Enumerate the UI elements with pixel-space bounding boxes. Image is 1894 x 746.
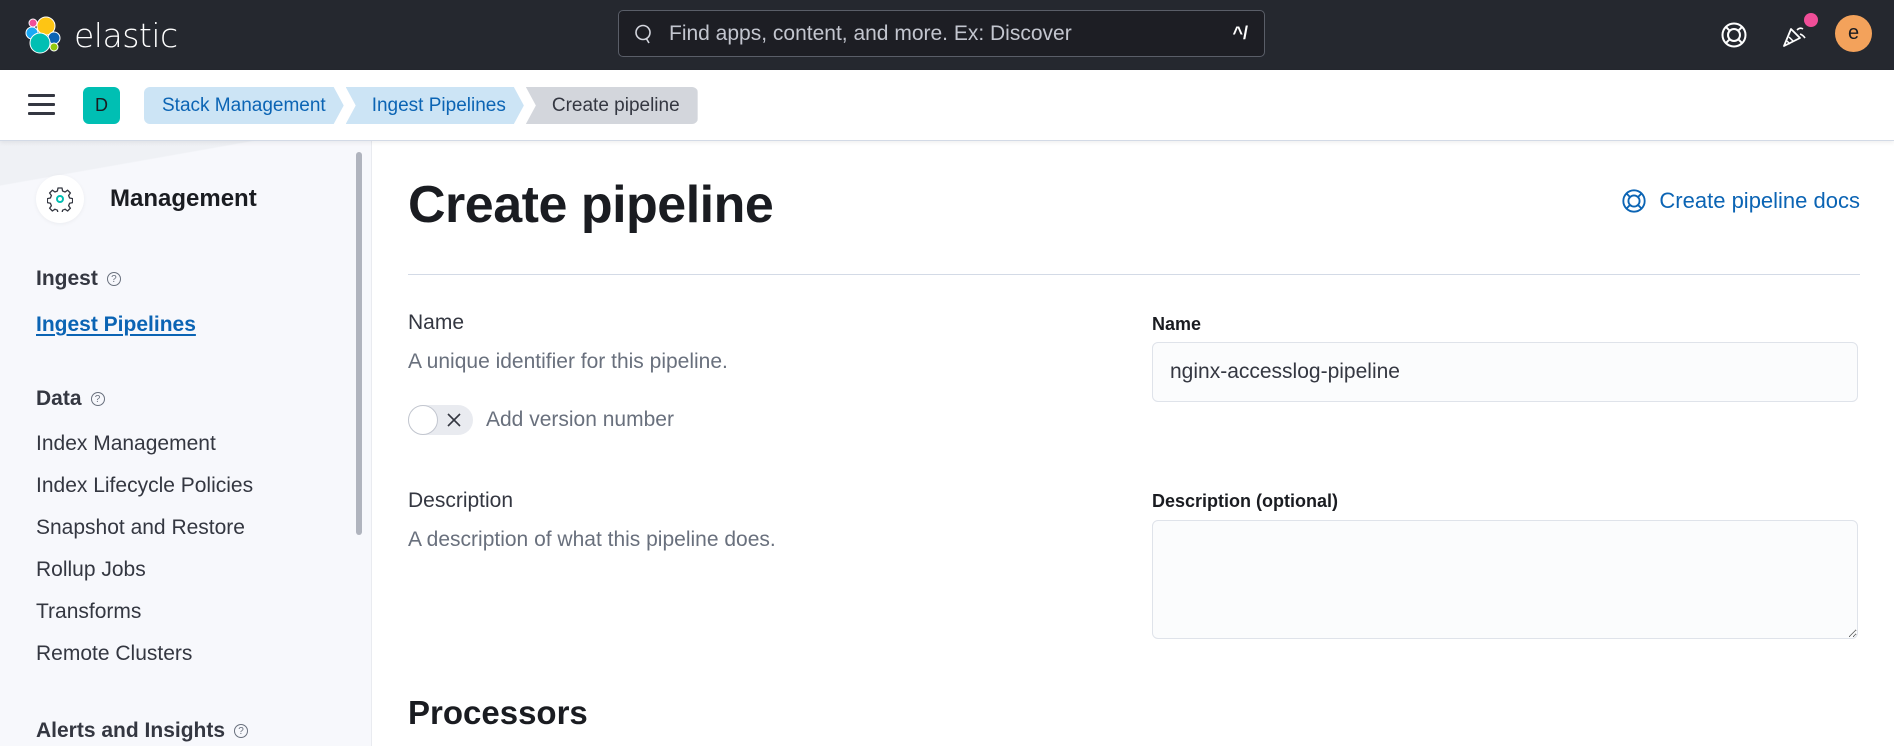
- breadcrumb-stack-management[interactable]: Stack Management: [144, 87, 344, 124]
- name-input[interactable]: [1152, 342, 1858, 402]
- name-section-description: A unique identifier for this pipeline.: [408, 350, 728, 373]
- sidebar-group-label: Data: [36, 387, 82, 410]
- sidebar-scrollbar[interactable]: [356, 152, 362, 535]
- description-section-description: A description of what this pipeline does…: [408, 528, 776, 551]
- hamburger-icon-line: [28, 94, 55, 97]
- global-search[interactable]: ^/: [618, 10, 1265, 57]
- sidebar-group-label: Ingest: [36, 267, 98, 290]
- logo-text: elastic: [74, 15, 178, 55]
- page-title: Create pipeline: [408, 176, 774, 234]
- question-icon[interactable]: ?: [106, 272, 121, 286]
- gear-icon: [47, 187, 73, 212]
- cross-icon: [447, 413, 461, 427]
- name-section-title: Name: [408, 311, 465, 334]
- sidebar-item-index-management[interactable]: Index Management: [36, 432, 216, 456]
- help-lifebuoy-icon: [1622, 189, 1647, 213]
- space-selector[interactable]: D: [83, 87, 120, 124]
- sidebar-header: Management: [36, 175, 257, 223]
- top-header: elastic ^/ e: [0, 0, 1894, 70]
- sidebar-item-index-lifecycle-policies[interactable]: Index Lifecycle Policies: [36, 474, 253, 498]
- description-field-label: Description (optional): [1152, 491, 1338, 511]
- question-icon[interactable]: ?: [234, 724, 249, 738]
- sidebar-item-transforms[interactable]: Transforms: [36, 600, 141, 624]
- question-icon[interactable]: ?: [90, 392, 105, 406]
- menu-toggle-button[interactable]: [28, 94, 55, 116]
- breadcrumb-create-pipeline: Create pipeline: [525, 87, 698, 124]
- sidebar-item-rollup-jobs[interactable]: Rollup Jobs: [36, 558, 146, 582]
- help-lifebuoy-icon: [1721, 22, 1747, 48]
- management-sidebar: Management Ingest ? Ingest Pipelines Dat…: [0, 141, 372, 746]
- header-divider: [408, 274, 1860, 275]
- description-section-title: Description: [408, 489, 514, 512]
- news-badge-dot: [1804, 13, 1818, 27]
- version-number-label[interactable]: Add version number: [486, 408, 674, 432]
- version-toggle-row: Add version number: [408, 405, 674, 435]
- search-shortcut-hint: ^/: [1232, 23, 1248, 43]
- create-pipeline-docs-link[interactable]: Create pipeline docs: [1621, 188, 1860, 214]
- breadcrumb: Stack Management Ingest Pipelines Create…: [144, 87, 700, 124]
- sidebar-item-remote-clusters[interactable]: Remote Clusters: [36, 642, 192, 666]
- sidebar-group-label: Alerts and Insights: [36, 719, 226, 742]
- sidebar-group-data: Data ?: [36, 387, 105, 411]
- newsfeed-cheer-icon: [1783, 27, 1806, 47]
- management-gear-badge: [36, 175, 84, 223]
- sidebar-group-alerts-and-insights: Alerts and Insights ?: [36, 719, 249, 743]
- sidebar-group-ingest: Ingest ?: [36, 267, 121, 291]
- hamburger-icon-line: [28, 112, 55, 115]
- sidebar-item-ingest-pipelines[interactable]: Ingest Pipelines: [36, 313, 196, 337]
- name-field-label: Name: [1152, 314, 1202, 334]
- version-number-switch[interactable]: [408, 405, 473, 435]
- help-button[interactable]: [1716, 17, 1752, 53]
- docs-link-label: Create pipeline docs: [1659, 188, 1860, 213]
- processors-heading: Processors: [408, 694, 588, 731]
- search-icon: [635, 24, 651, 43]
- elastic-logo-icon: [25, 16, 61, 54]
- main-content: Create pipeline Create pipeline docs Nam…: [372, 141, 1894, 746]
- description-textarea[interactable]: [1152, 520, 1858, 639]
- news-feed-button[interactable]: [1776, 13, 1818, 53]
- search-input[interactable]: [669, 21, 1233, 46]
- hamburger-icon-line: [28, 103, 55, 106]
- breadcrumb-bar: D Stack Management Ingest Pipelines Crea…: [0, 70, 1894, 141]
- breadcrumb-ingest-pipelines[interactable]: Ingest Pipelines: [346, 87, 524, 124]
- sidebar-title: Management: [110, 185, 257, 212]
- switch-knob: [408, 405, 438, 435]
- elastic-logo[interactable]: elastic: [24, 14, 178, 56]
- user-avatar[interactable]: e: [1835, 15, 1872, 52]
- sidebar-item-snapshot-and-restore[interactable]: Snapshot and Restore: [36, 516, 245, 540]
